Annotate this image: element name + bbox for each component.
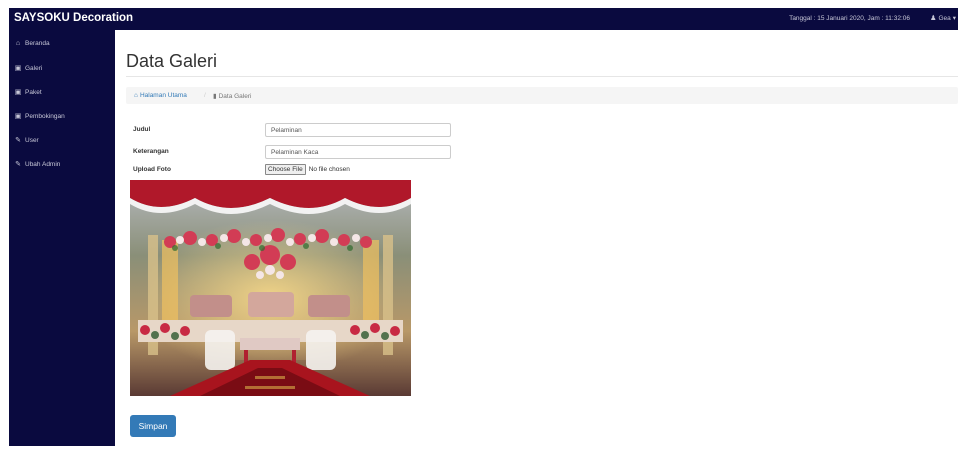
sidebar-item-galeri[interactable]: ▣ Galeri [14, 64, 43, 73]
app-frame: SAYSOKU Decoration Tanggal : 15 Januari … [9, 8, 958, 446]
choose-file-button[interactable]: Choose File [265, 164, 306, 175]
sidebar-item-label: Pembokingan [25, 112, 65, 120]
image-icon: ▣ [14, 113, 22, 120]
judul-input[interactable]: Pelaminan [265, 123, 451, 137]
image-icon: ▣ [14, 65, 22, 72]
top-navbar: SAYSOKU Decoration Tanggal : 15 Januari … [9, 8, 958, 30]
breadcrumb-home[interactable]: ⌂ Halaman Utama [134, 92, 187, 99]
breadcrumb-separator: / [204, 92, 206, 99]
home-icon: ⌂ [15, 40, 21, 47]
simpan-button[interactable]: Simpan [130, 415, 176, 437]
user-icon: ♟ [930, 15, 937, 22]
sidebar-item-user[interactable]: ✎ User [14, 136, 39, 145]
sidebar: ⌂ Beranda ▣ Galeri ▣ Paket ▣ Pembokingan… [9, 30, 115, 446]
image-icon: ▣ [14, 89, 22, 96]
user-menu[interactable]: ♟ Gea ▾ [930, 14, 956, 23]
judul-label: Judul [133, 126, 151, 133]
home-icon: ⌂ [134, 92, 138, 99]
caret-down-icon: ▾ [952, 15, 956, 22]
page-title: Data Galeri [126, 51, 218, 71]
edit-icon: ✎ [15, 161, 21, 168]
breadcrumb: ⌂ Halaman Utama / ▮ Data Galeri [126, 87, 958, 104]
keterangan-label: Keterangan [133, 148, 169, 155]
sidebar-item-ubah-admin[interactable]: ✎ Ubah Admin [14, 160, 61, 169]
main-content: Data Galeri ⌂ Halaman Utama / ▮ Data Gal… [115, 30, 958, 446]
file-upload: Choose File No file chosen [265, 164, 350, 175]
sidebar-item-label: Ubah Admin [25, 160, 61, 168]
file-status: No file chosen [308, 166, 350, 173]
user-name: Gea [938, 14, 951, 22]
sidebar-item-paket[interactable]: ▣ Paket [14, 88, 42, 97]
sidebar-item-label: Beranda [25, 40, 50, 47]
breadcrumb-home-label: Halaman Utama [139, 92, 187, 99]
sidebar-item-pembokingan[interactable]: ▣ Pembokingan [14, 112, 65, 121]
sidebar-item-label: Paket [25, 88, 42, 96]
sidebar-item-label: Galeri [25, 64, 43, 72]
gallery-photo [130, 180, 411, 396]
edit-icon: ✎ [15, 137, 21, 144]
title-divider [126, 76, 958, 77]
breadcrumb-current: ▮ Data Galeri [213, 92, 252, 101]
datetime-info: Tanggal : 15 Januari 2020, Jam : 11:32:0… [789, 15, 910, 22]
sidebar-item-beranda[interactable]: ⌂ Beranda [14, 40, 50, 47]
wedding-decoration-image [130, 180, 411, 396]
keterangan-input[interactable]: Pelaminan Kaca [265, 145, 451, 159]
file-icon: ▮ [213, 93, 217, 100]
upload-label: Upload Foto [133, 166, 171, 173]
brand-link[interactable]: SAYSOKU Decoration [14, 12, 133, 24]
sidebar-item-label: User [25, 136, 39, 144]
breadcrumb-current-label: Data Galeri [218, 92, 252, 100]
